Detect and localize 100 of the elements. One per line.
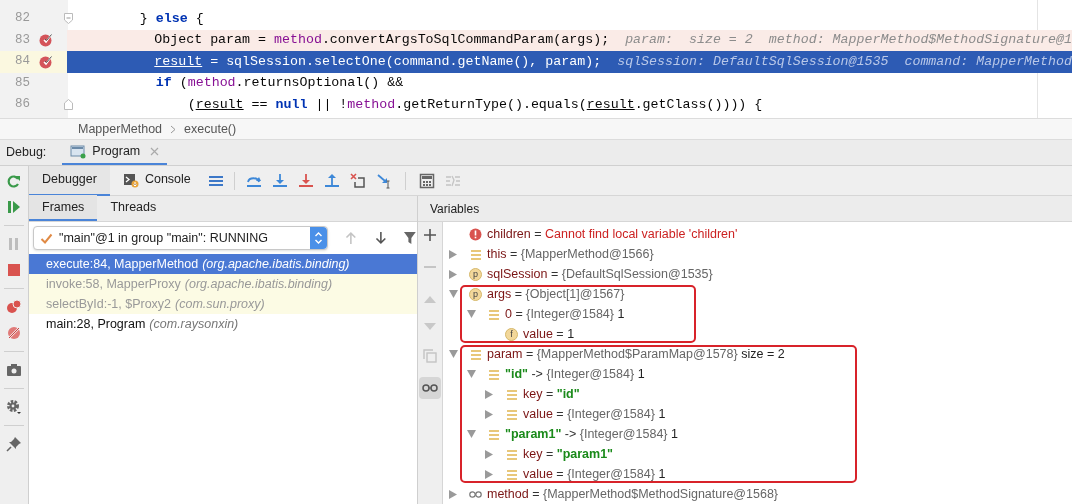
- variable-entry: value = {Integer@1584} 1: [523, 405, 666, 423]
- force-step-into-icon[interactable]: [297, 172, 314, 189]
- collapsed-triangle-icon[interactable]: [449, 489, 457, 499]
- debug-label: Debug:: [6, 144, 47, 162]
- thread-dropdown[interactable]: "main"@1 in group "main": RUNNING: [33, 226, 328, 250]
- variable-entry: key = "id": [523, 385, 580, 403]
- field-list-icon: [487, 307, 500, 321]
- variable-row[interactable]: key = "param1": [443, 444, 785, 464]
- variable-row[interactable]: "id" -> {Integer@1584} 1: [443, 364, 785, 384]
- line-number: 82: [14, 10, 30, 28]
- variable-entry: param = {MapperMethod$ParamMap@1578} size = 2: [487, 345, 785, 363]
- stop-icon[interactable]: [6, 262, 22, 278]
- calculator-icon[interactable]: [418, 172, 435, 189]
- breadcrumb[interactable]: MapperMethod: [78, 119, 163, 139]
- field-badge: f: [505, 327, 518, 341]
- variable-entry: method = {MapperMethod$MethodSignature@1568}: [487, 485, 779, 503]
- camera-icon[interactable]: [6, 362, 22, 378]
- code-line: (result == null || !method.getReturnType().equals(result.getClass()))) {: [187, 95, 763, 114]
- collapsed-triangle-icon[interactable]: [485, 409, 493, 419]
- expanded-triangle-icon[interactable]: [467, 370, 476, 378]
- variable-row[interactable]: key = "id": [443, 384, 785, 404]
- panel-tab[interactable]: Console: [109, 165, 204, 196]
- close-icon[interactable]: [150, 147, 160, 156]
- fold-icon[interactable]: [64, 13, 73, 25]
- variable-row[interactable]: value = {Integer@1584} 1: [443, 404, 785, 424]
- run-to-cursor-icon[interactable]: [375, 172, 392, 189]
- variable-entry: value = {Integer@1584} 1: [523, 465, 666, 483]
- chevron-icon: [170, 124, 177, 134]
- line-number: 85: [14, 74, 30, 92]
- step-out-icon[interactable]: [323, 172, 340, 189]
- breakpoint-icon[interactable]: [39, 33, 53, 48]
- variable-row[interactable]: value = {Integer@1584} 1: [443, 464, 785, 484]
- variable-row[interactable]: 0 = {Integer@1584} 1: [443, 304, 625, 324]
- variable-entry: "param1" -> {Integer@1584} 1: [505, 425, 678, 443]
- variable-row[interactable]: param = {MapperMethod$ParamMap@1578} size = 2: [443, 344, 785, 364]
- collapsed-triangle-icon[interactable]: [485, 469, 493, 479]
- breakpoints-icon[interactable]: [6, 299, 22, 315]
- breadcrumb[interactable]: execute(): [184, 119, 237, 139]
- mute-breakpoints-icon[interactable]: [6, 325, 22, 341]
- filter-icon[interactable]: [403, 231, 417, 245]
- expanded-triangle-icon[interactable]: [467, 310, 476, 318]
- variable-entry: children = Cannot find local variable 'children': [487, 225, 738, 243]
- expanded-triangle-icon[interactable]: [449, 290, 458, 298]
- panel-tab[interactable]: Frames: [29, 195, 98, 221]
- down-arrow-icon[interactable]: [373, 230, 388, 246]
- dropdown-stepper-icon: [309, 227, 327, 249]
- pin-icon[interactable]: [6, 436, 22, 452]
- resume-icon[interactable]: [6, 199, 22, 215]
- variable-entry: 0 = {Integer@1584} 1: [505, 305, 625, 323]
- collapsed-triangle-icon[interactable]: [485, 449, 493, 459]
- fold-icon[interactable]: [64, 99, 73, 111]
- variable-row[interactable]: method = {MapperMethod$MethodSignature@1568}: [443, 484, 1072, 504]
- variable-entry: args = {Object[1]@1567}: [487, 285, 625, 303]
- rerun-icon[interactable]: [6, 173, 22, 189]
- drop-frame-icon[interactable]: [349, 172, 366, 189]
- variable-row[interactable]: children = Cannot find local variable 'children': [443, 224, 1072, 244]
- variable-row[interactable]: p sqlSession = {DefaultSqlSession@1535}: [443, 264, 1072, 284]
- step-into-icon[interactable]: [271, 172, 288, 189]
- collapsed-triangle-icon[interactable]: [485, 389, 493, 399]
- field-list-icon: [469, 247, 482, 261]
- field-list-icon: [505, 407, 518, 421]
- field-list-icon: [505, 467, 518, 481]
- code-line: if (method.returnsOptional() &&: [155, 74, 404, 93]
- glasses-icon: [422, 384, 438, 392]
- variable-row[interactable]: this = {MapperMethod@1566}: [443, 244, 1072, 264]
- panel-tab[interactable]: Debugger: [29, 165, 110, 196]
- collapsed-triangle-icon[interactable]: [449, 269, 457, 279]
- line-number: 86: [14, 96, 30, 114]
- parameter-badge: p: [469, 267, 482, 281]
- expanded-triangle-icon[interactable]: [449, 350, 458, 358]
- watches-toggle[interactable]: [419, 377, 441, 399]
- variable-row[interactable]: p args = {Object[1]@1567}: [443, 284, 625, 304]
- console-icon: [122, 171, 139, 188]
- variable-entry: "id" -> {Integer@1584} 1: [505, 365, 645, 383]
- field-list-icon: [487, 367, 500, 381]
- variable-row[interactable]: f value = 1: [443, 324, 625, 344]
- collapsed-triangle-icon[interactable]: [449, 249, 457, 259]
- breakpoint-icon[interactable]: [39, 54, 53, 69]
- field-list-icon: [505, 447, 518, 461]
- variable-entry: sqlSession = {DefaultSqlSession@1535}: [487, 265, 713, 283]
- inline-hint: param: size = 2 method: MapperMethod$MethodSignature@1: [625, 31, 1072, 50]
- variable-entry: key = "param1": [523, 445, 614, 463]
- code-line: } else {: [139, 9, 204, 28]
- menu-icon[interactable]: [207, 173, 224, 188]
- field-list-icon: [469, 347, 482, 361]
- code-line: result = sqlSession.selectOne(command.getName(), param);: [154, 52, 602, 71]
- panel-tab[interactable]: Threads: [97, 195, 170, 221]
- variable-entry: this = {MapperMethod@1566}: [487, 245, 654, 263]
- plus-icon[interactable]: [424, 229, 436, 241]
- parameter-badge: p: [469, 287, 482, 301]
- variable-row[interactable]: "param1" -> {Integer@1584} 1: [443, 424, 785, 444]
- frame-row[interactable]: main:28, Program (com.raysonxin): [29, 314, 417, 334]
- field-list-icon: [487, 427, 500, 441]
- line-number: 83: [14, 31, 30, 49]
- frame-row[interactable]: execute:84, MapperMethod (org.apache.ibatis.binding): [29, 254, 417, 274]
- code-line: Object param = method.convertArgsToSqlCommandParam(args);: [154, 31, 610, 50]
- settings-icon[interactable]: [6, 399, 22, 415]
- up-arrow-icon[interactable]: [343, 230, 358, 246]
- expanded-triangle-icon[interactable]: [467, 430, 476, 438]
- field-list-icon: [505, 387, 518, 401]
